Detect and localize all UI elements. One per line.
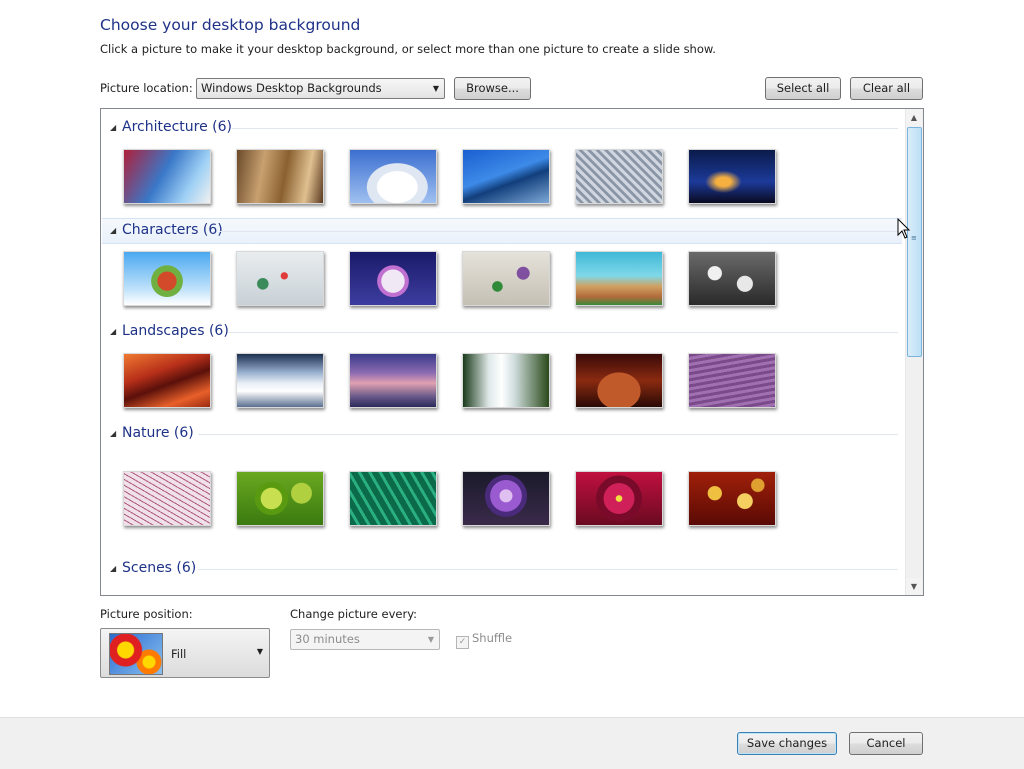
picture-location-dropdown[interactable]: Windows Desktop Backgrounds ▼ (196, 78, 445, 99)
browse-button[interactable]: Browse... (454, 77, 531, 100)
vertical-scrollbar[interactable]: ▲ ≡ ▼ (905, 109, 923, 595)
thumbnail-landscapes-1[interactable] (123, 353, 211, 408)
collapse-triangle-icon[interactable]: ◢ (110, 429, 116, 438)
save-changes-button[interactable]: Save changes (737, 732, 837, 755)
thumbnail-nature-4[interactable] (462, 471, 550, 526)
group-name: Nature (6) (122, 425, 194, 441)
grip-icon: ≡ (911, 234, 917, 242)
group-name: Scenes (6) (122, 560, 197, 576)
thumbnail-characters-5[interactable] (575, 251, 663, 306)
thumbnail-architecture-2[interactable] (236, 149, 324, 204)
change-interval-dropdown[interactable]: 30 minutes ▼ (290, 629, 440, 650)
thumbnail-nature-1[interactable] (123, 471, 211, 526)
page-instructions: Click a picture to make it your desktop … (100, 42, 716, 56)
thumbnail-nature-6[interactable] (688, 471, 776, 526)
thumbnail-characters-6[interactable] (688, 251, 776, 306)
thumbnail-architecture-5[interactable] (575, 149, 663, 204)
thumbnail-landscapes-6[interactable] (688, 353, 776, 408)
group-name: Characters (6) (122, 222, 223, 238)
thumbnail-architecture-4[interactable] (462, 149, 550, 204)
dropdown-arrow-icon: ▼ (256, 647, 263, 656)
position-preview-image (109, 633, 163, 675)
scroll-up-icon[interactable]: ▲ (906, 109, 922, 126)
group-header-architecture[interactable]: ◢ Architecture (6) (102, 117, 902, 141)
picture-location-value: Windows Desktop Backgrounds (201, 81, 382, 95)
group-divider (220, 231, 898, 232)
picture-location-label: Picture location: (100, 81, 193, 95)
thumbnail-landscapes-2[interactable] (236, 353, 324, 408)
collapse-triangle-icon[interactable]: ◢ (110, 226, 116, 235)
clear-all-button[interactable]: Clear all (850, 77, 923, 100)
picture-position-dropdown[interactable]: Fill ▼ (100, 628, 270, 678)
change-interval-value: 30 minutes (295, 632, 360, 646)
group-header-scenes[interactable]: ◢ Scenes (6) (102, 558, 902, 582)
page-title: Choose your desktop background (100, 16, 361, 34)
collapse-triangle-icon[interactable]: ◢ (110, 564, 116, 573)
dropdown-arrow-icon: ▼ (427, 635, 434, 644)
collapse-triangle-icon[interactable]: ◢ (110, 123, 116, 132)
thumbnail-nature-5[interactable] (575, 471, 663, 526)
thumbnail-landscapes-5[interactable] (575, 353, 663, 408)
thumbnail-architecture-3[interactable] (349, 149, 437, 204)
picture-gallery[interactable]: ◢ Architecture (6) ◢ Characters (6) ◢ La… (100, 108, 924, 596)
cancel-button[interactable]: Cancel (849, 732, 923, 755)
checkmark-icon[interactable]: ✓ (456, 636, 469, 649)
group-header-nature[interactable]: ◢ Nature (6) (102, 423, 902, 447)
group-header-landscapes[interactable]: ◢ Landscapes (6) (102, 321, 902, 345)
group-divider (198, 569, 898, 570)
mouse-pointer-icon (897, 217, 911, 243)
thumbnail-nature-3[interactable] (349, 471, 437, 526)
thumbnail-characters-3[interactable] (349, 251, 437, 306)
group-divider (198, 434, 898, 435)
thumbnail-landscapes-4[interactable] (462, 353, 550, 408)
collapse-triangle-icon[interactable]: ◢ (110, 327, 116, 336)
thumbnail-nature-2[interactable] (236, 471, 324, 526)
picture-position-label: Picture position: (100, 607, 193, 621)
group-header-characters[interactable]: ◢ Characters (6) (102, 218, 902, 244)
shuffle-label: Shuffle (472, 631, 513, 645)
group-divider (232, 128, 898, 129)
scroll-down-icon[interactable]: ▼ (906, 578, 922, 595)
thumbnail-architecture-1[interactable] (123, 149, 211, 204)
thumbnail-characters-2[interactable] (236, 251, 324, 306)
dropdown-arrow-icon: ▼ (432, 84, 439, 93)
thumbnail-landscapes-3[interactable] (349, 353, 437, 408)
group-divider (228, 332, 898, 333)
shuffle-checkbox[interactable]: ✓ Shuffle (456, 631, 512, 649)
thumbnail-characters-4[interactable] (462, 251, 550, 306)
thumbnail-characters-1[interactable] (123, 251, 211, 306)
change-picture-label: Change picture every: (290, 607, 418, 621)
group-name: Landscapes (6) (122, 323, 229, 339)
group-name: Architecture (6) (122, 119, 232, 135)
picture-position-value: Fill (171, 647, 187, 661)
select-all-button[interactable]: Select all (765, 77, 841, 100)
thumbnail-architecture-6[interactable] (688, 149, 776, 204)
